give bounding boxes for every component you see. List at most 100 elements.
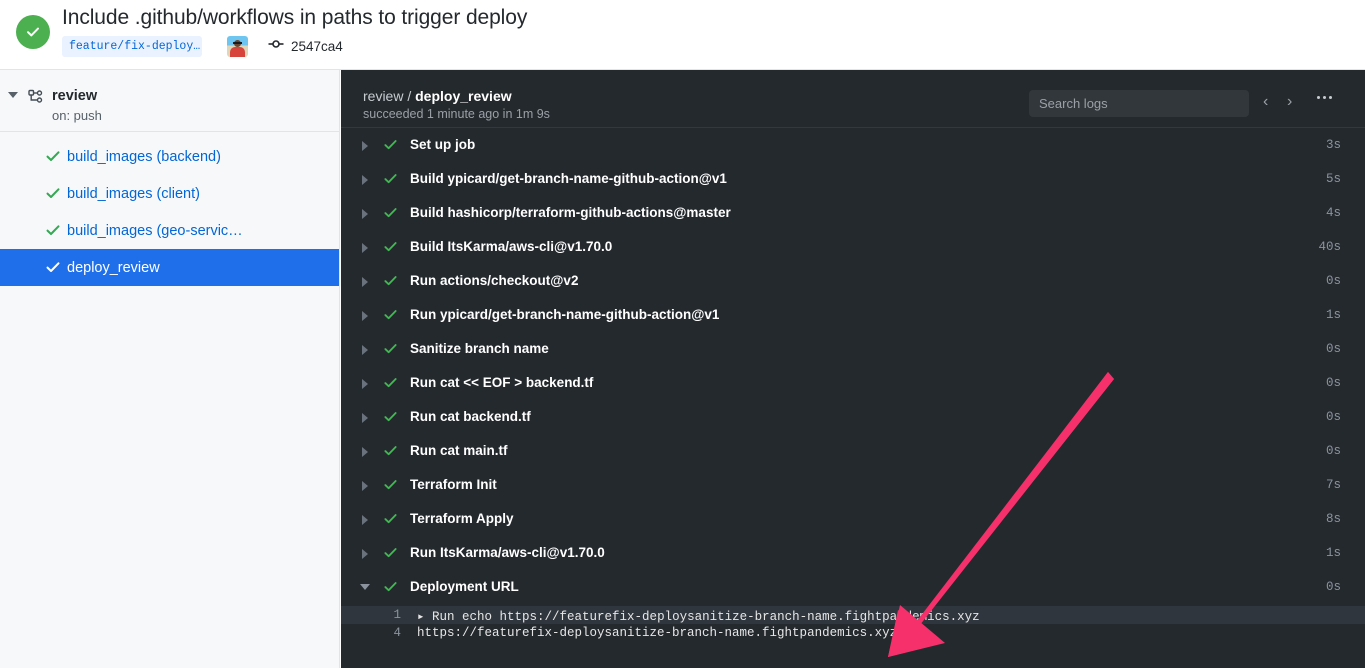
chevron-right-icon[interactable] [362, 277, 368, 287]
step-name: Run actions/checkout@v2 [410, 273, 579, 288]
chevron-right-icon[interactable] [362, 175, 368, 185]
chevron-down-icon[interactable] [360, 584, 370, 590]
step-duration: 1s [1325, 546, 1341, 560]
step-duration: 40s [1318, 240, 1341, 254]
chevron-right-icon[interactable] [362, 311, 368, 321]
step-row[interactable]: Run cat << EOF > backend.tf 0s [341, 366, 1365, 400]
step-row[interactable]: Build ypicard/get-branch-name-github-act… [341, 162, 1365, 196]
workflow-icon [27, 89, 45, 112]
step-duration: 4s [1325, 206, 1341, 220]
step-duration: 8s [1325, 512, 1341, 526]
sidebar-item-build-images-backend[interactable]: build_images (backend) [0, 138, 339, 175]
step-duration: 1s [1325, 308, 1341, 322]
step-row[interactable]: Sanitize branch name 0s [341, 332, 1365, 366]
check-icon [383, 341, 398, 361]
workflow-header[interactable]: review on: push [0, 70, 339, 132]
step-duration: 5s [1325, 172, 1341, 186]
check-icon [383, 239, 398, 259]
step-row-deployment-url[interactable]: Deployment URL 0s [341, 570, 1365, 604]
check-icon [383, 409, 398, 429]
chevron-right-icon[interactable] [362, 141, 368, 151]
log-header: review / deploy_review succeeded 1 minut… [341, 70, 1365, 128]
chevron-right-icon[interactable] [362, 447, 368, 457]
commit-sha: 2547ca4 [291, 39, 343, 54]
log-panel: review / deploy_review succeeded 1 minut… [341, 70, 1365, 668]
step-name: Deployment URL [410, 579, 519, 594]
check-icon [45, 222, 61, 243]
step-name: Run ItsKarma/aws-cli@v1.70.0 [410, 545, 605, 560]
step-duration: 0s [1325, 444, 1341, 458]
chevron-right-icon[interactable] [362, 243, 368, 253]
log-line-text: ▸ Run echo https://featurefix-deploysani… [417, 610, 980, 624]
log-output: 1 ▸ Run echo https://featurefix-deploysa… [341, 604, 1365, 642]
sidebar-item-label: build_images (client) [67, 185, 200, 202]
step-row[interactable]: Build hashicorp/terraform-github-actions… [341, 196, 1365, 230]
step-name: Build hashicorp/terraform-github-actions… [410, 205, 731, 220]
branch-badge[interactable]: feature/fix-deploy… [62, 36, 202, 57]
check-circle-icon [16, 15, 50, 49]
step-duration: 0s [1325, 274, 1341, 288]
search-next-button[interactable]: › [1287, 94, 1292, 110]
check-icon [383, 511, 398, 531]
step-row[interactable]: Run actions/checkout@v2 0s [341, 264, 1365, 298]
log-line[interactable]: 4 https://featurefix-deploysanitize-bran… [341, 624, 1365, 642]
sidebar-item-deploy-review[interactable]: deploy_review [0, 249, 339, 286]
step-list: Set up job 3s Build ypicard/get-branch-n… [341, 128, 1365, 642]
sidebar-item-build-images-geo-service[interactable]: build_images (geo-servic… [0, 212, 339, 249]
step-duration: 0s [1325, 410, 1341, 424]
chevron-right-icon[interactable] [362, 481, 368, 491]
step-row[interactable]: Run cat main.tf 0s [341, 434, 1365, 468]
chevron-down-icon[interactable] [8, 92, 18, 98]
search-prev-button[interactable]: ‹ [1263, 94, 1268, 110]
step-name: Set up job [410, 137, 476, 152]
step-row[interactable]: Set up job 3s [341, 128, 1365, 162]
step-name: Run ypicard/get-branch-name-github-actio… [410, 307, 720, 322]
step-row[interactable]: Run ypicard/get-branch-name-github-actio… [341, 298, 1365, 332]
step-row[interactable]: Build ItsKarma/aws-cli@v1.70.0 40s [341, 230, 1365, 264]
chevron-right-icon[interactable] [362, 345, 368, 355]
chevron-right-icon[interactable] [362, 549, 368, 559]
step-row[interactable]: Run cat backend.tf 0s [341, 400, 1365, 434]
step-row[interactable]: Terraform Apply 8s [341, 502, 1365, 536]
chevron-right-icon[interactable] [362, 209, 368, 219]
step-name: Terraform Init [410, 477, 497, 492]
step-name: Build ItsKarma/aws-cli@v1.70.0 [410, 239, 613, 254]
chevron-right-icon[interactable] [362, 379, 368, 389]
sidebar-item-build-images-client[interactable]: build_images (client) [0, 175, 339, 212]
step-row[interactable]: Run ItsKarma/aws-cli@v1.70.0 1s [341, 536, 1365, 570]
page-title: Include .github/workflows in paths to tr… [62, 6, 528, 29]
check-icon [383, 137, 398, 157]
log-line-number: 4 [393, 626, 401, 640]
check-icon [383, 205, 398, 225]
chevron-right-icon[interactable] [362, 515, 368, 525]
check-icon [45, 148, 61, 169]
search-input[interactable] [1029, 90, 1249, 117]
check-icon [383, 579, 398, 599]
commit-group[interactable]: 2547ca4 [268, 36, 343, 57]
check-icon [383, 545, 398, 565]
log-line[interactable]: 1 ▸ Run echo https://featurefix-deploysa… [341, 606, 1365, 624]
commit-icon [268, 36, 284, 57]
log-line-text: https://featurefix-deploysanitize-branch… [417, 626, 898, 640]
step-name: Terraform Apply [410, 511, 514, 526]
sidebar-item-label: build_images (geo-servic… [67, 222, 243, 239]
workflow-run-page: Include .github/workflows in paths to tr… [0, 0, 1365, 668]
workflow-name: review [52, 88, 98, 104]
check-icon [383, 171, 398, 191]
step-row[interactable]: Terraform Init 7s [341, 468, 1365, 502]
step-name: Run cat main.tf [410, 443, 508, 458]
check-icon [45, 259, 61, 280]
check-icon [383, 273, 398, 293]
chevron-right-icon[interactable] [362, 413, 368, 423]
run-meta: feature/fix-deploy… 2547ca4 [62, 36, 343, 57]
check-icon [45, 185, 61, 206]
step-duration: 0s [1325, 376, 1341, 390]
step-name: Run cat << EOF > backend.tf [410, 375, 594, 390]
avatar[interactable] [227, 36, 248, 57]
breadcrumb-workflow[interactable]: review / [363, 88, 415, 104]
step-duration: 3s [1325, 138, 1341, 152]
check-icon [383, 375, 398, 395]
more-options-icon[interactable] [1317, 96, 1332, 99]
step-name: Build ypicard/get-branch-name-github-act… [410, 171, 727, 186]
jobs-sidebar: review on: push build_images (backend) b… [0, 70, 340, 668]
